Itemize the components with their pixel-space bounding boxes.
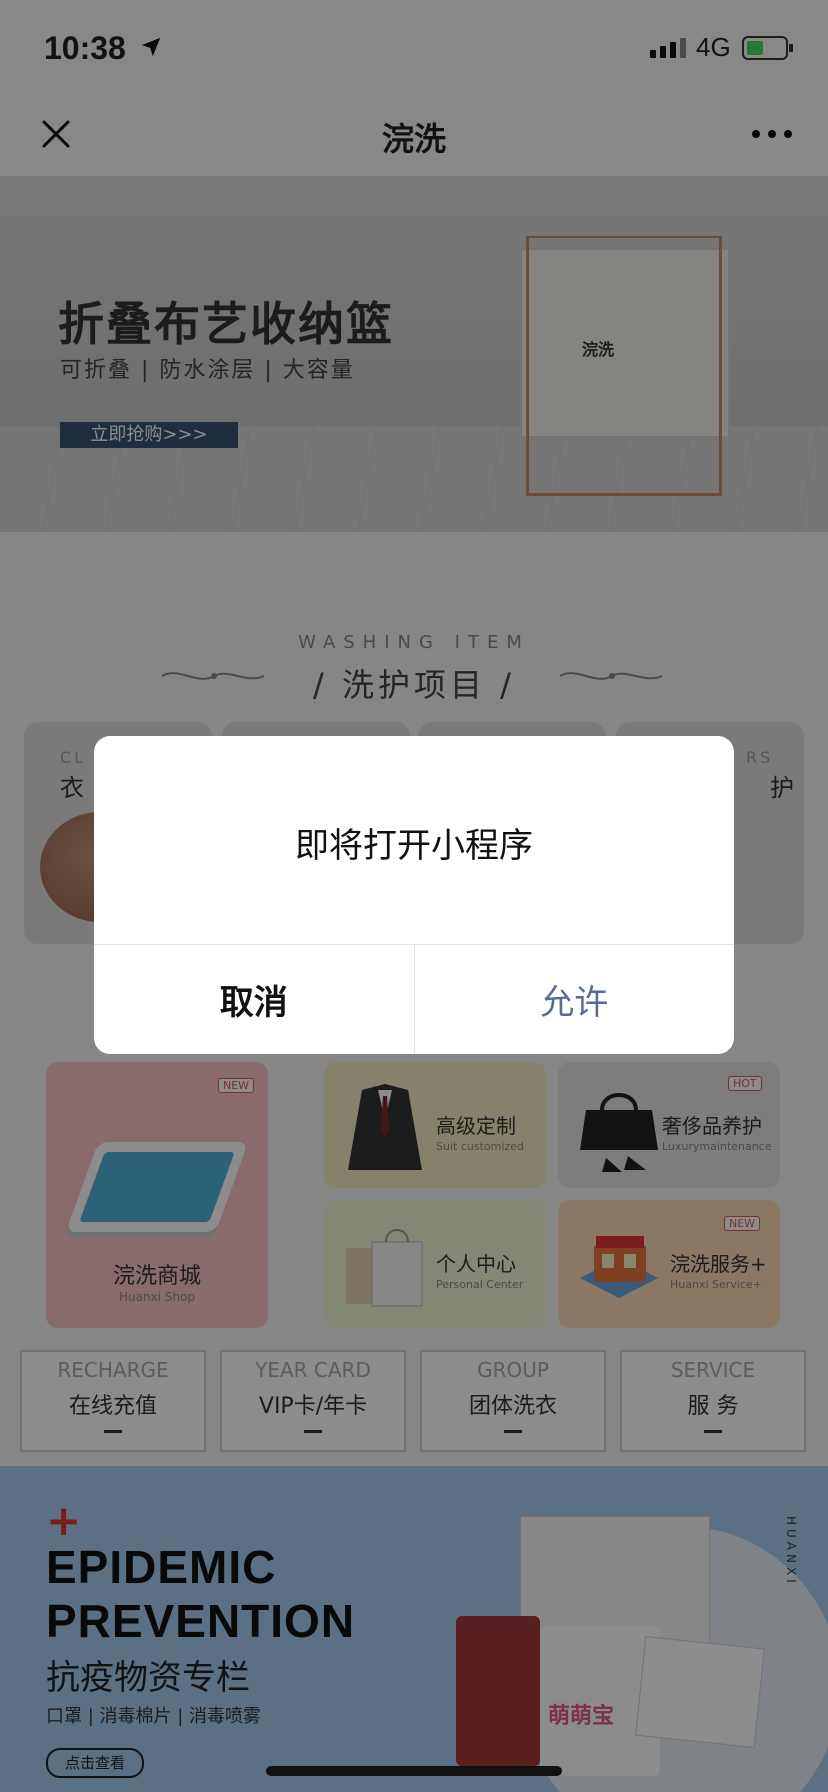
open-miniprogram-dialog: 即将打开小程序 取消 允许 [94,736,734,1054]
dialog-buttons: 取消 允许 [94,944,734,1054]
allow-button[interactable]: 允许 [415,945,735,1054]
cancel-button[interactable]: 取消 [94,945,415,1054]
home-indicator[interactable] [266,1766,562,1776]
dialog-message: 即将打开小程序 [295,826,533,866]
